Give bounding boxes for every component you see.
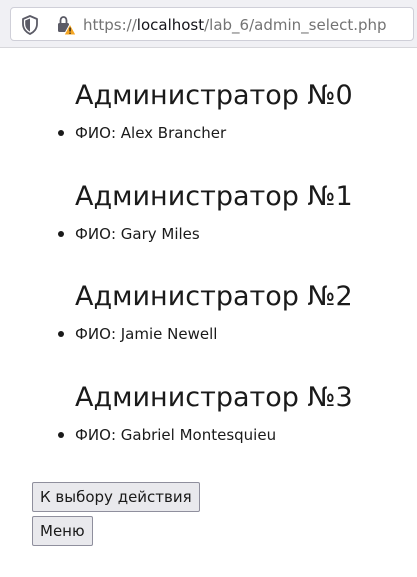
shield-icon[interactable] [21, 15, 39, 35]
admin-title: Администратор №3 [75, 382, 353, 413]
page-content: Администратор №0 ФИО: Alex Brancher Адми… [0, 48, 417, 577]
list-item: ФИО: Gabriel Montesquieu [58, 425, 277, 445]
url-path: /lab_6/admin_select.php [204, 16, 387, 34]
back-to-actions-button[interactable]: К выбору действия [32, 482, 200, 512]
browser-toolbar: https://localhost/lab_6/admin_select.php [0, 0, 417, 48]
url-text[interactable]: https://localhost/lab_6/admin_select.php [83, 15, 387, 35]
address-bar[interactable]: https://localhost/lab_6/admin_select.php [10, 7, 414, 41]
lock-warning-icon[interactable] [55, 14, 77, 36]
admin-title: Администратор №1 [75, 181, 353, 212]
bullet-icon [58, 432, 64, 438]
url-host: localhost [136, 16, 205, 34]
bullet-icon [58, 231, 64, 237]
list-item: ФИО: Jamie Newell [58, 324, 218, 344]
admin-fio: ФИО: Gary Miles [75, 225, 200, 243]
menu-button[interactable]: Меню [32, 516, 93, 546]
list-item: ФИО: Alex Brancher [58, 123, 227, 143]
bullet-icon [58, 331, 64, 337]
admin-title: Администратор №0 [75, 80, 353, 111]
bullet-icon [58, 130, 64, 136]
list-item: ФИО: Gary Miles [58, 224, 200, 244]
url-scheme: https:// [83, 16, 137, 34]
admin-fio: ФИО: Alex Brancher [75, 124, 227, 142]
admin-fio: ФИО: Jamie Newell [75, 325, 218, 343]
admin-fio: ФИО: Gabriel Montesquieu [75, 426, 277, 444]
admin-title: Администратор №2 [75, 281, 353, 312]
